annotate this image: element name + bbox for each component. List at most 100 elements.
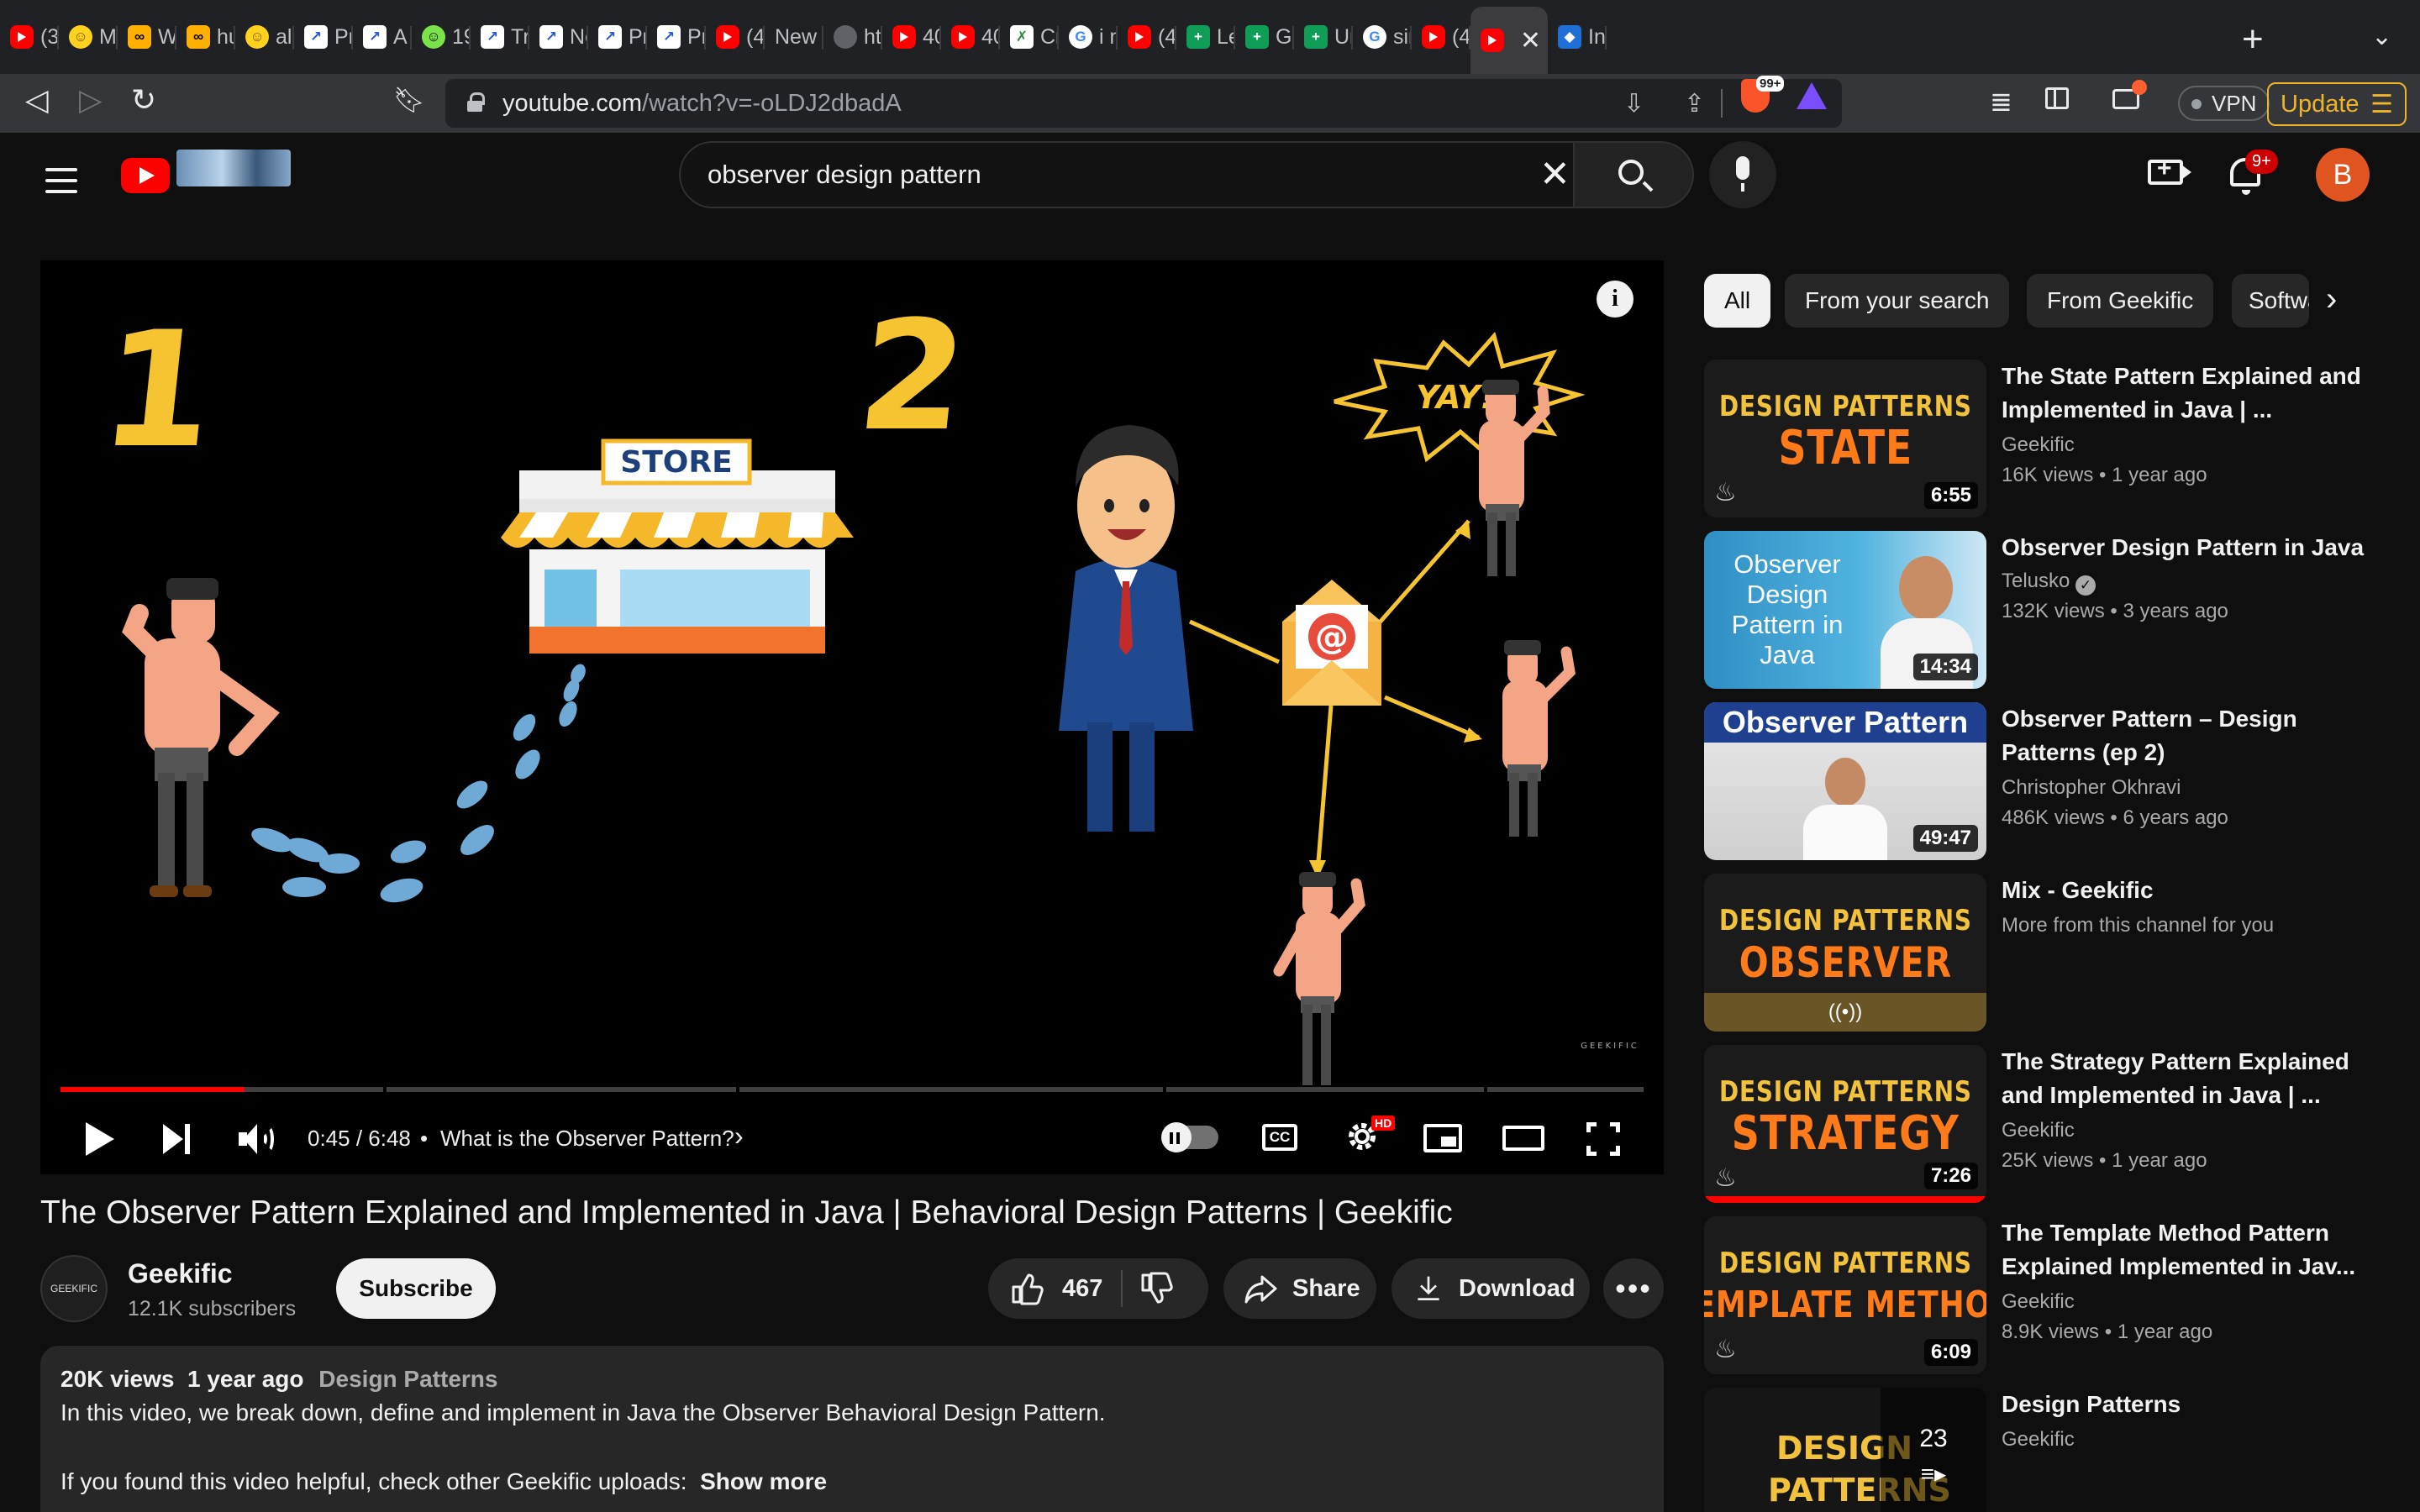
browser-tab[interactable]: + GLI xyxy=(1235,9,1294,65)
install-icon[interactable]: ⇩ xyxy=(1623,89,1644,118)
browser-tab[interactable]: ↗ A C xyxy=(353,9,412,65)
browser-tab[interactable]: New Ta xyxy=(765,9,823,65)
next-video-icon[interactable] xyxy=(163,1124,192,1154)
recommended-channel[interactable]: Christopher Okhravi xyxy=(2002,776,2181,800)
chip-software[interactable]: Software xyxy=(2232,274,2309,328)
search-button[interactable] xyxy=(1575,141,1694,208)
browser-tab[interactable]: htt xyxy=(823,9,882,65)
recommended-video[interactable]: DESIGN PATTERNS STATE ♨ 6:55 The State P… xyxy=(1704,360,2393,519)
browser-tab[interactable]: Gi m xyxy=(1059,9,1118,65)
video-player[interactable]: 1 2 STORE @ YAY! GEEKIFIC i 0:45 / 6:48 … xyxy=(40,260,1664,1174)
recommended-video[interactable]: Observer Design Pattern in Java 14:34 Ob… xyxy=(1704,531,2393,690)
recommended-channel[interactable]: Geekific xyxy=(2002,1290,2075,1314)
chips-next-chevron-icon[interactable]: › xyxy=(2326,281,2337,318)
recommended-channel[interactable]: Geekific xyxy=(2002,1119,2075,1142)
wallet-icon[interactable] xyxy=(2112,80,2147,109)
chip-from-geekific[interactable]: From Geekific xyxy=(2027,274,2214,328)
browser-tab[interactable]: ∞ We xyxy=(118,9,176,65)
forward-button[interactable]: ▷ xyxy=(79,82,103,118)
description-tag[interactable]: Design Patterns xyxy=(318,1366,497,1392)
playlist-icon[interactable]: ≣ xyxy=(1990,86,2012,118)
browser-tab[interactable]: + Lee xyxy=(1176,9,1235,65)
more-actions-button[interactable]: ••• xyxy=(1603,1258,1664,1319)
browser-tab[interactable]: ↗ Pre xyxy=(294,9,353,65)
progress-bar[interactable] xyxy=(60,1087,1644,1092)
description-box[interactable]: 20K views 1 year ago Design Patterns In … xyxy=(40,1346,1664,1512)
account-avatar[interactable]: B xyxy=(2316,148,2370,202)
browser-tab[interactable]: (42 xyxy=(706,9,765,65)
recommended-video-title[interactable]: The State Pattern Explained and Implemen… xyxy=(2002,360,2371,427)
theater-mode-icon[interactable] xyxy=(1502,1126,1544,1151)
recommended-mix[interactable]: DESIGN PATTERNS OBSERVER ((•)) Mix - Gee… xyxy=(1704,874,2393,1033)
browser-tab[interactable]: (38 xyxy=(0,9,59,65)
browser-tab[interactable]: ☺ alb xyxy=(235,9,294,65)
clear-search-icon[interactable]: ✕ xyxy=(1539,153,1570,197)
play-icon[interactable] xyxy=(86,1122,114,1156)
recommended-channel[interactable]: Geekific xyxy=(2002,433,2075,457)
subtitles-button[interactable]: CC xyxy=(1262,1124,1297,1151)
browser-tab[interactable]: ↗ Tra xyxy=(471,9,529,65)
recommended-channel[interactable]: Geekific xyxy=(2002,1428,2075,1452)
playlist-thumbnail[interactable]: DESIGN PATTERNS 23 ≡▸ xyxy=(1704,1388,1986,1512)
youtube-doodle[interactable] xyxy=(176,150,291,186)
close-tab-icon[interactable]: ✕ xyxy=(1520,26,1541,55)
brave-rewards-icon[interactable] xyxy=(1797,82,1827,109)
browser-tab[interactable]: (42 xyxy=(1412,9,1470,65)
miniplayer-icon[interactable] xyxy=(1423,1124,1462,1152)
fullscreen-icon[interactable] xyxy=(1586,1122,1620,1156)
sidebar-icon[interactable] xyxy=(2045,87,2069,109)
volume-icon[interactable] xyxy=(239,1124,276,1154)
browser-tab[interactable]: ∞ hug xyxy=(176,9,235,65)
browser-tab[interactable]: Gsin xyxy=(1353,9,1412,65)
browser-tab[interactable]: +Un xyxy=(1294,9,1353,65)
show-more-link[interactable]: Show more xyxy=(700,1468,827,1494)
youtube-logo-icon[interactable] xyxy=(121,158,170,193)
recommended-video[interactable]: Observer Pattern 49:47 Observer Pattern … xyxy=(1704,702,2393,862)
search-input[interactable] xyxy=(708,156,1464,193)
update-button[interactable]: Update ☰ xyxy=(2267,82,2407,126)
recommended-video[interactable]: DESIGN PATTERNS TEMPLATE METHOD ♨ 6:09 T… xyxy=(1704,1216,2393,1376)
chip-from-your-search[interactable]: From your search xyxy=(1785,274,2010,328)
recommended-video-title[interactable]: Observer Pattern – Design Patterns (ep 2… xyxy=(2002,702,2371,769)
create-video-icon[interactable] xyxy=(2148,155,2191,185)
share-page-icon[interactable]: ⇪ xyxy=(1684,89,1705,118)
recommended-video-title[interactable]: Observer Design Pattern in Java xyxy=(2002,531,2371,564)
browser-tab[interactable]: 40 xyxy=(941,9,1000,65)
tab-list-chevron-icon[interactable]: ⌄ xyxy=(2371,22,2392,51)
recommended-video-title[interactable]: The Template Method Pattern Explained Im… xyxy=(2002,1216,2371,1284)
video-thumbnail[interactable]: Observer Pattern 49:47 xyxy=(1704,702,1986,860)
info-icon[interactable]: i xyxy=(1597,281,1634,318)
reload-button[interactable]: ↻ xyxy=(131,82,156,118)
download-button[interactable]: Download xyxy=(1392,1258,1590,1319)
recommended-playlist-title[interactable]: Design Patterns xyxy=(2002,1388,2371,1421)
browser-tab[interactable]: ☺ Mo xyxy=(59,9,118,65)
video-thumbnail[interactable]: Observer Design Pattern in Java 14:34 xyxy=(1704,531,1986,689)
voice-search-button[interactable] xyxy=(1709,141,1776,208)
recommended-video-title[interactable]: The Strategy Pattern Explained and Imple… xyxy=(2002,1045,2371,1112)
bookmark-icon[interactable]: 🔖︎ xyxy=(393,86,425,115)
channel-avatar[interactable]: GEEKIFIC xyxy=(40,1255,108,1322)
chapter-title[interactable]: What is the Observer Pattern? xyxy=(440,1126,734,1152)
video-thumbnail[interactable]: DESIGN PATTERNS STRATEGY ♨ 7:26 xyxy=(1704,1045,1986,1203)
video-thumbnail[interactable]: DESIGN PATTERNS TEMPLATE METHOD ♨ 6:09 xyxy=(1704,1216,1986,1374)
share-button[interactable]: Share xyxy=(1223,1258,1376,1319)
recommended-video-title[interactable]: Mix - Geekific xyxy=(2002,874,2371,907)
browser-tab[interactable]: ◆ Inte xyxy=(1548,9,1607,65)
recommended-video[interactable]: DESIGN PATTERNS STRATEGY ♨ 7:26 The Stra… xyxy=(1704,1045,2393,1205)
guide-menu-icon[interactable] xyxy=(45,168,77,193)
browser-tab[interactable]: ☺ 190 xyxy=(412,9,471,65)
chip-all[interactable]: All xyxy=(1704,274,1771,328)
chapter-chevron-icon[interactable]: › xyxy=(734,1121,744,1152)
browser-tab[interactable]: ↗ Pre xyxy=(647,9,706,65)
browser-tab[interactable]: ✗ Cre xyxy=(1000,9,1059,65)
back-button[interactable]: ◁ xyxy=(25,82,49,118)
subscribe-button[interactable]: Subscribe xyxy=(336,1258,496,1319)
browser-tab[interactable]: ✕ xyxy=(1470,7,1548,74)
vpn-button[interactable]: VPN xyxy=(2178,86,2270,121)
address-bar[interactable]: youtube.com/watch?v=-oLDJ2dbadA ⇩ ⇪ xyxy=(445,79,1842,128)
browser-tab[interactable]: 40 xyxy=(882,9,941,65)
browser-tab[interactable]: ↗ Pre xyxy=(588,9,647,65)
browser-tab[interactable]: ↗ Ne xyxy=(529,9,588,65)
recommended-channel[interactable]: Telusko ✓ xyxy=(2002,570,2096,596)
dislike-button[interactable] xyxy=(1139,1272,1193,1309)
